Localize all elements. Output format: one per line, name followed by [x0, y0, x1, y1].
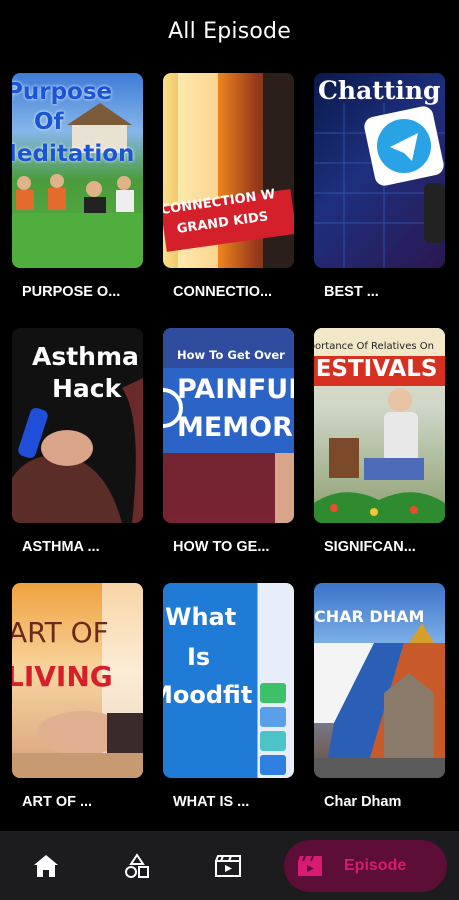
episode-title: SIGNIFCAN...: [324, 539, 416, 555]
thumbnail-title: FESTIVALS: [314, 356, 438, 382]
episode-title: HOW TO GE...: [173, 539, 270, 555]
thumbnail-title: How To Get Over: [177, 348, 285, 362]
thumbnail-title: LIVING: [12, 660, 113, 693]
thumbnail-title: Meditation: [12, 141, 135, 167]
thumbnail-title: Asthma: [32, 342, 139, 371]
thumbnail-title: CHAR DHAM: [314, 607, 425, 626]
episode-thumbnail[interactable]: Chatting: [314, 73, 445, 268]
nav-episode[interactable]: Episode: [284, 840, 447, 892]
thumbnail-title: Moodfit: [163, 681, 253, 709]
nav-videos[interactable]: [182, 831, 273, 900]
episode-thumbnail[interactable]: Asthma Hack: [12, 328, 143, 523]
episode-thumbnail[interactable]: CONNECTION W GRAND KIDS: [163, 73, 294, 268]
page-title: All Episode: [168, 18, 291, 44]
nav-home[interactable]: [0, 831, 91, 900]
episode-card[interactable]: What Is Moodfit WHAT IS ...: [163, 583, 294, 838]
home-icon: [33, 854, 58, 877]
thumbnail-title: Purpose: [12, 79, 113, 105]
episode-title: PURPOSE O...: [22, 284, 121, 300]
episode-title: BEST ...: [324, 284, 379, 300]
episode-card[interactable]: CONNECTION W GRAND KIDS CONNECTIO...: [163, 73, 294, 328]
episode-card[interactable]: CHAR DHAM Char Dham: [314, 583, 445, 838]
thumbnail-title: ART OF: [12, 616, 109, 649]
episode-title: Char Dham: [324, 794, 402, 810]
thumbnail-title: Chatting: [318, 76, 441, 105]
thumbnail-title: PAINFUL: [177, 374, 294, 405]
episode-thumbnail[interactable]: CHAR DHAM: [314, 583, 445, 778]
bottom-navigation: Episode: [0, 831, 459, 900]
episode-title: ART OF ...: [22, 794, 93, 810]
header: All Episode: [0, 0, 459, 62]
episode-title: WHAT IS ...: [173, 794, 250, 810]
thumbnail-title: What: [165, 603, 237, 631]
episode-grid: Purpose Of Meditation PURPOSE O... CONNE…: [12, 73, 448, 838]
episode-card[interactable]: Importance Of Relatives On FESTIVALS SIG…: [314, 328, 445, 583]
episode-thumbnail[interactable]: Importance Of Relatives On FESTIVALS: [314, 328, 445, 523]
episode-card[interactable]: Asthma Hack ASTHMA ...: [12, 328, 143, 583]
thumbnail-title: Of: [34, 109, 64, 135]
thumbnail-title: Hack: [52, 374, 122, 403]
episode-title: CONNECTIO...: [173, 284, 273, 300]
episode-thumbnail[interactable]: Purpose Of Meditation: [12, 73, 143, 268]
video-icon: [214, 854, 241, 877]
episode-card[interactable]: How To Get Over PAINFUL MEMORIES HOW TO …: [163, 328, 294, 583]
episode-thumbnail[interactable]: What Is Moodfit: [163, 583, 294, 778]
episode-card[interactable]: Purpose Of Meditation PURPOSE O...: [12, 73, 143, 328]
episode-icon: [298, 855, 322, 876]
episode-card[interactable]: Chatting BEST ...: [314, 73, 445, 328]
nav-episode-label: Episode: [344, 857, 407, 874]
thumbnail-title: MEMORIES: [177, 412, 294, 443]
thumbnail-art: [163, 73, 294, 268]
episode-title: ASTHMA ...: [22, 539, 100, 555]
thumbnail-title: Is: [187, 643, 211, 671]
episode-card[interactable]: ART OF LIVING ART OF ...: [12, 583, 143, 838]
categories-icon: [124, 852, 149, 878]
thumbnail-title: Importance Of Relatives On: [314, 341, 434, 352]
episode-thumbnail[interactable]: How To Get Over PAINFUL MEMORIES: [163, 328, 294, 523]
episode-thumbnail[interactable]: ART OF LIVING: [12, 583, 143, 778]
nav-categories[interactable]: [91, 831, 182, 900]
